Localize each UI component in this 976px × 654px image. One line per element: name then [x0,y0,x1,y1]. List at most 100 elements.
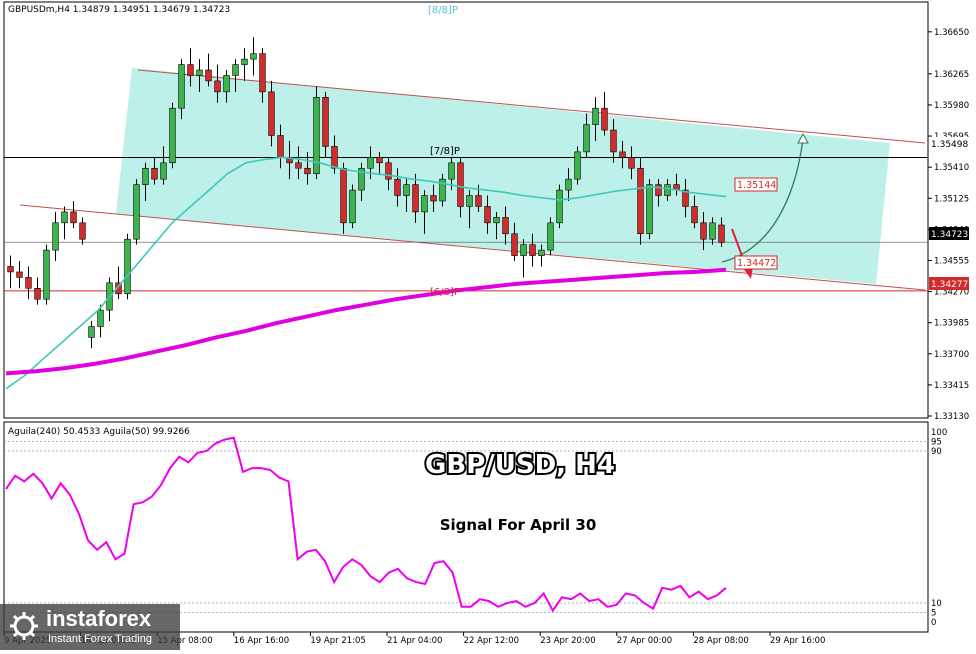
candle-body [79,222,86,240]
price-tick-label: 1.35980 [934,101,969,111]
candle-body [367,157,374,169]
candle-body [331,146,338,169]
candle-body [637,167,644,235]
time-tick-label: 19 Apr 21:05 [310,636,365,646]
candle-body [196,69,203,76]
time-tick-label: 27 Apr 00:00 [617,636,672,646]
symbol-info: GBPUSDm,H4 1.34879 1.34951 1.34679 1.347… [8,5,230,15]
candle-body [232,64,239,76]
candle-body [349,189,356,224]
candle-body [394,178,401,196]
candle-body [25,277,32,289]
resistance-price: 1.35498 [931,140,968,150]
candle-body [385,162,392,180]
candle-body [556,189,563,224]
candle-body [610,129,617,153]
current-price: 1.34723 [931,230,968,240]
candle-body [97,309,104,327]
candle-body [178,64,185,109]
candle-body [160,162,167,180]
candle-body [529,244,536,256]
candle-body [430,195,437,202]
candle-body [277,135,284,158]
indicator-info: Aguila(240) 50.4533 Aguila(50) 99.9266 [8,427,190,437]
candle-body [7,266,14,273]
indicator-tick-label: 10 [931,599,942,609]
price-tick-label: 1.35410 [934,163,969,173]
candle-body [268,91,275,136]
time-tick-label: 28 Apr 08:00 [693,636,748,646]
indicator-tick-label: 95 [931,438,942,448]
candle-body [493,217,500,224]
candle-body [70,211,77,224]
candle-body [88,326,95,338]
candle-body [466,195,473,207]
chart-root: [8/8]P [7/8]P [6/8]P 1.35144 1.34472 GBP… [0,0,976,650]
candle-body [475,195,482,207]
indicator-axis: 1009590 1050 [931,428,947,628]
candle-body [574,151,581,180]
candle-body [412,184,419,213]
candle-body [61,211,68,224]
candle-body [403,184,410,196]
instaforex-logo-icon [10,612,38,640]
candle-body [142,167,149,185]
price-tick-label: 1.35125 [934,194,969,204]
candle-body [133,184,140,240]
time-tick-label: 23 Apr 20:00 [540,636,595,646]
candle-body [457,162,464,207]
candle-body [547,222,554,251]
candle-body [187,64,194,76]
candle-body [250,53,257,60]
candle-body [448,162,455,180]
candle-body [214,80,221,93]
candle-body [700,222,707,240]
time-tick-label: 29 Apr 16:00 [770,636,825,646]
candle-body [295,162,302,169]
candle-body [538,249,545,256]
chart-svg: [8/8]P [7/8]P [6/8]P 1.35144 1.34472 GBP… [3,1,969,646]
price-tick-label: 1.33415 [934,381,969,391]
candle-body [241,58,248,65]
candle-body [151,167,158,180]
ma-short-value: 1.35144 [737,180,776,191]
indicator-tick-label: 5 [931,609,936,619]
candle-body [601,107,608,131]
candle-body [52,222,59,251]
price-tick-label: 1.36265 [934,70,969,80]
time-tick-label: 16 Apr 16:00 [234,636,289,646]
candle-body [124,238,131,295]
price-tick-label: 1.33700 [934,350,969,360]
price-tick-label: 1.36650 [934,28,969,38]
price-tick-label: 1.33130 [934,412,969,422]
candle-body [646,184,653,235]
candle-body [628,157,635,169]
ma-long-value: 1.34472 [737,258,776,269]
candle-body [511,233,518,256]
time-tick-label: 21 Apr 04:00 [387,636,442,646]
candle-body [655,184,662,196]
candle-body [619,151,626,158]
murrey-8-8-label: [8/8]P [428,5,458,16]
chart-subtitle: Signal For April 30 [440,516,597,534]
candle-body [169,107,176,164]
candle-body [664,184,671,196]
indicator-tick-label: 0 [931,618,936,628]
indicator-tick-label: 100 [931,428,947,438]
candle-body [520,244,527,256]
candle-body [709,222,716,240]
candle-body [421,195,428,213]
candle-body [565,178,572,191]
candle-body [205,69,212,82]
candle-body [34,288,41,300]
time-tick-label: 22 Apr 12:00 [464,636,519,646]
candle-body [376,157,383,164]
candle-body [592,107,599,125]
price-axis: 1.366501.362651.359801.356951.354101.351… [928,28,969,422]
candle-body [718,224,725,243]
candle-body [322,97,329,147]
candle-body [16,271,23,278]
candle-body [583,124,590,153]
price-tick-label: 1.34555 [934,256,969,266]
candle-body [340,167,347,224]
